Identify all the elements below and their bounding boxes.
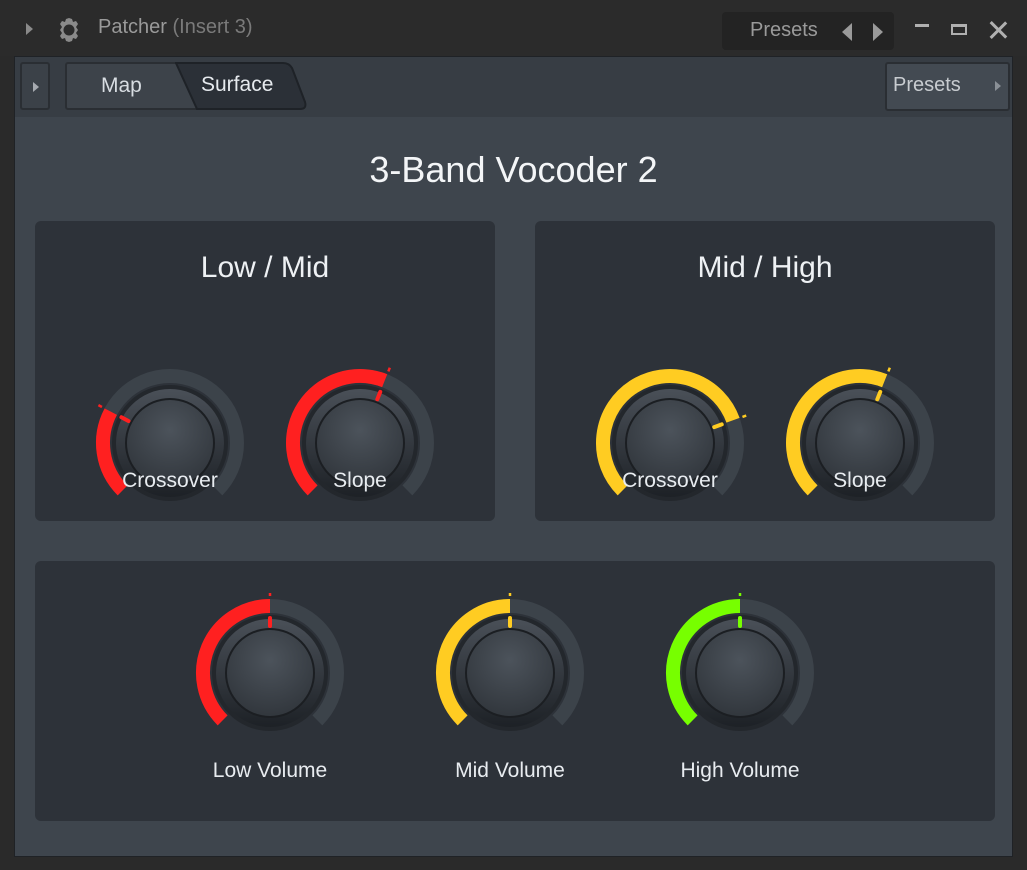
knob-indicator: [875, 389, 883, 402]
knob-high-volume[interactable]: [660, 593, 820, 753]
window-title-text: Patcher: [98, 16, 167, 38]
arrow-left-icon[interactable]: [842, 23, 852, 41]
knob-tick: [742, 414, 747, 419]
plugin-content: Map Surface Presets 3-Band Vocoder 2 Low…: [14, 56, 1013, 857]
knob-label: Slope: [833, 469, 887, 492]
panel-mid-high: Mid / High Crossover Slope: [535, 221, 995, 521]
window-subtitle: (Insert 3): [172, 16, 253, 38]
panel-low-mid: Low / Mid Crossover Slope: [35, 221, 495, 521]
knob-indicator: [375, 389, 383, 402]
knob-label: Low Volume: [212, 759, 328, 782]
knob-tick: [97, 403, 103, 409]
surface-title: 3-Band Vocoder 2: [369, 149, 658, 190]
knob-tick: [387, 367, 391, 372]
minimize-icon[interactable]: [912, 18, 936, 42]
gear-icon[interactable]: [54, 15, 84, 45]
knob-label: Crossover: [122, 469, 218, 492]
knob-cap: [467, 630, 553, 716]
knob-label: High Volume: [680, 759, 800, 782]
knob-cap: [227, 630, 313, 716]
title-bar: Patcher (Insert 3) Presets: [0, 0, 1027, 56]
title-presets-box: Presets: [722, 12, 894, 50]
panel-title: Low / Mid: [200, 251, 330, 284]
knob-mid-volume[interactable]: [430, 593, 590, 753]
knob-tick: [887, 367, 891, 372]
window-title: Patcher (Insert 3): [98, 16, 253, 39]
knob-label: Mid Volume: [455, 759, 565, 782]
knob-low-volume[interactable]: [190, 593, 350, 753]
presets-button[interactable]: Presets: [885, 62, 1010, 111]
knob-low-mid-crossover[interactable]: [90, 363, 250, 523]
knob-cap: [697, 630, 783, 716]
triangle-right-icon[interactable]: [26, 23, 33, 35]
toolbar-menu-button[interactable]: [20, 62, 50, 110]
knob-low-mid-slope[interactable]: [280, 363, 440, 523]
knob-label: Slope: [333, 469, 387, 492]
tab-surface-label: Surface: [201, 73, 274, 96]
close-icon[interactable]: [986, 18, 1010, 42]
panel-volumes: Low Volume Mid Volume High Volume: [35, 561, 995, 821]
maximize-icon[interactable]: [950, 18, 974, 42]
knob-mid-high-crossover[interactable]: [590, 363, 750, 523]
presets-button-label: Presets: [893, 74, 961, 96]
knob-indicator: [712, 422, 724, 430]
arrow-right-icon[interactable]: [873, 23, 883, 41]
tab-map-label: Map: [101, 74, 142, 97]
tab-surface[interactable]: Surface: [175, 62, 307, 110]
knob-mid-high-slope[interactable]: [780, 363, 940, 523]
knob-label: Crossover: [622, 469, 718, 492]
panel-title: Mid / High: [697, 251, 833, 284]
toolbar: Map Surface Presets: [15, 57, 1012, 117]
title-presets-label[interactable]: Presets: [750, 19, 818, 42]
